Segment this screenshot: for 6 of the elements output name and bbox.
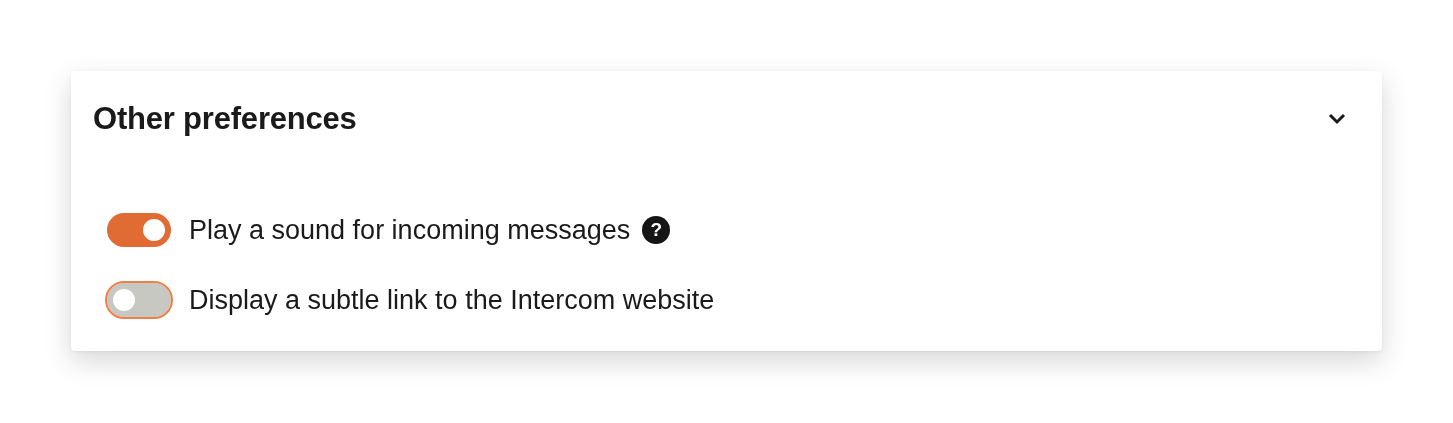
chevron-icon[interactable] (1328, 113, 1346, 125)
setting-label: Display a subtle link to the Intercom website (189, 284, 715, 316)
section-title: Other preferences (93, 101, 357, 137)
setting-label: Play a sound for incoming messages (189, 214, 631, 246)
toggle-switch[interactable] (107, 213, 171, 247)
help-icon[interactable]: ? (642, 216, 671, 244)
